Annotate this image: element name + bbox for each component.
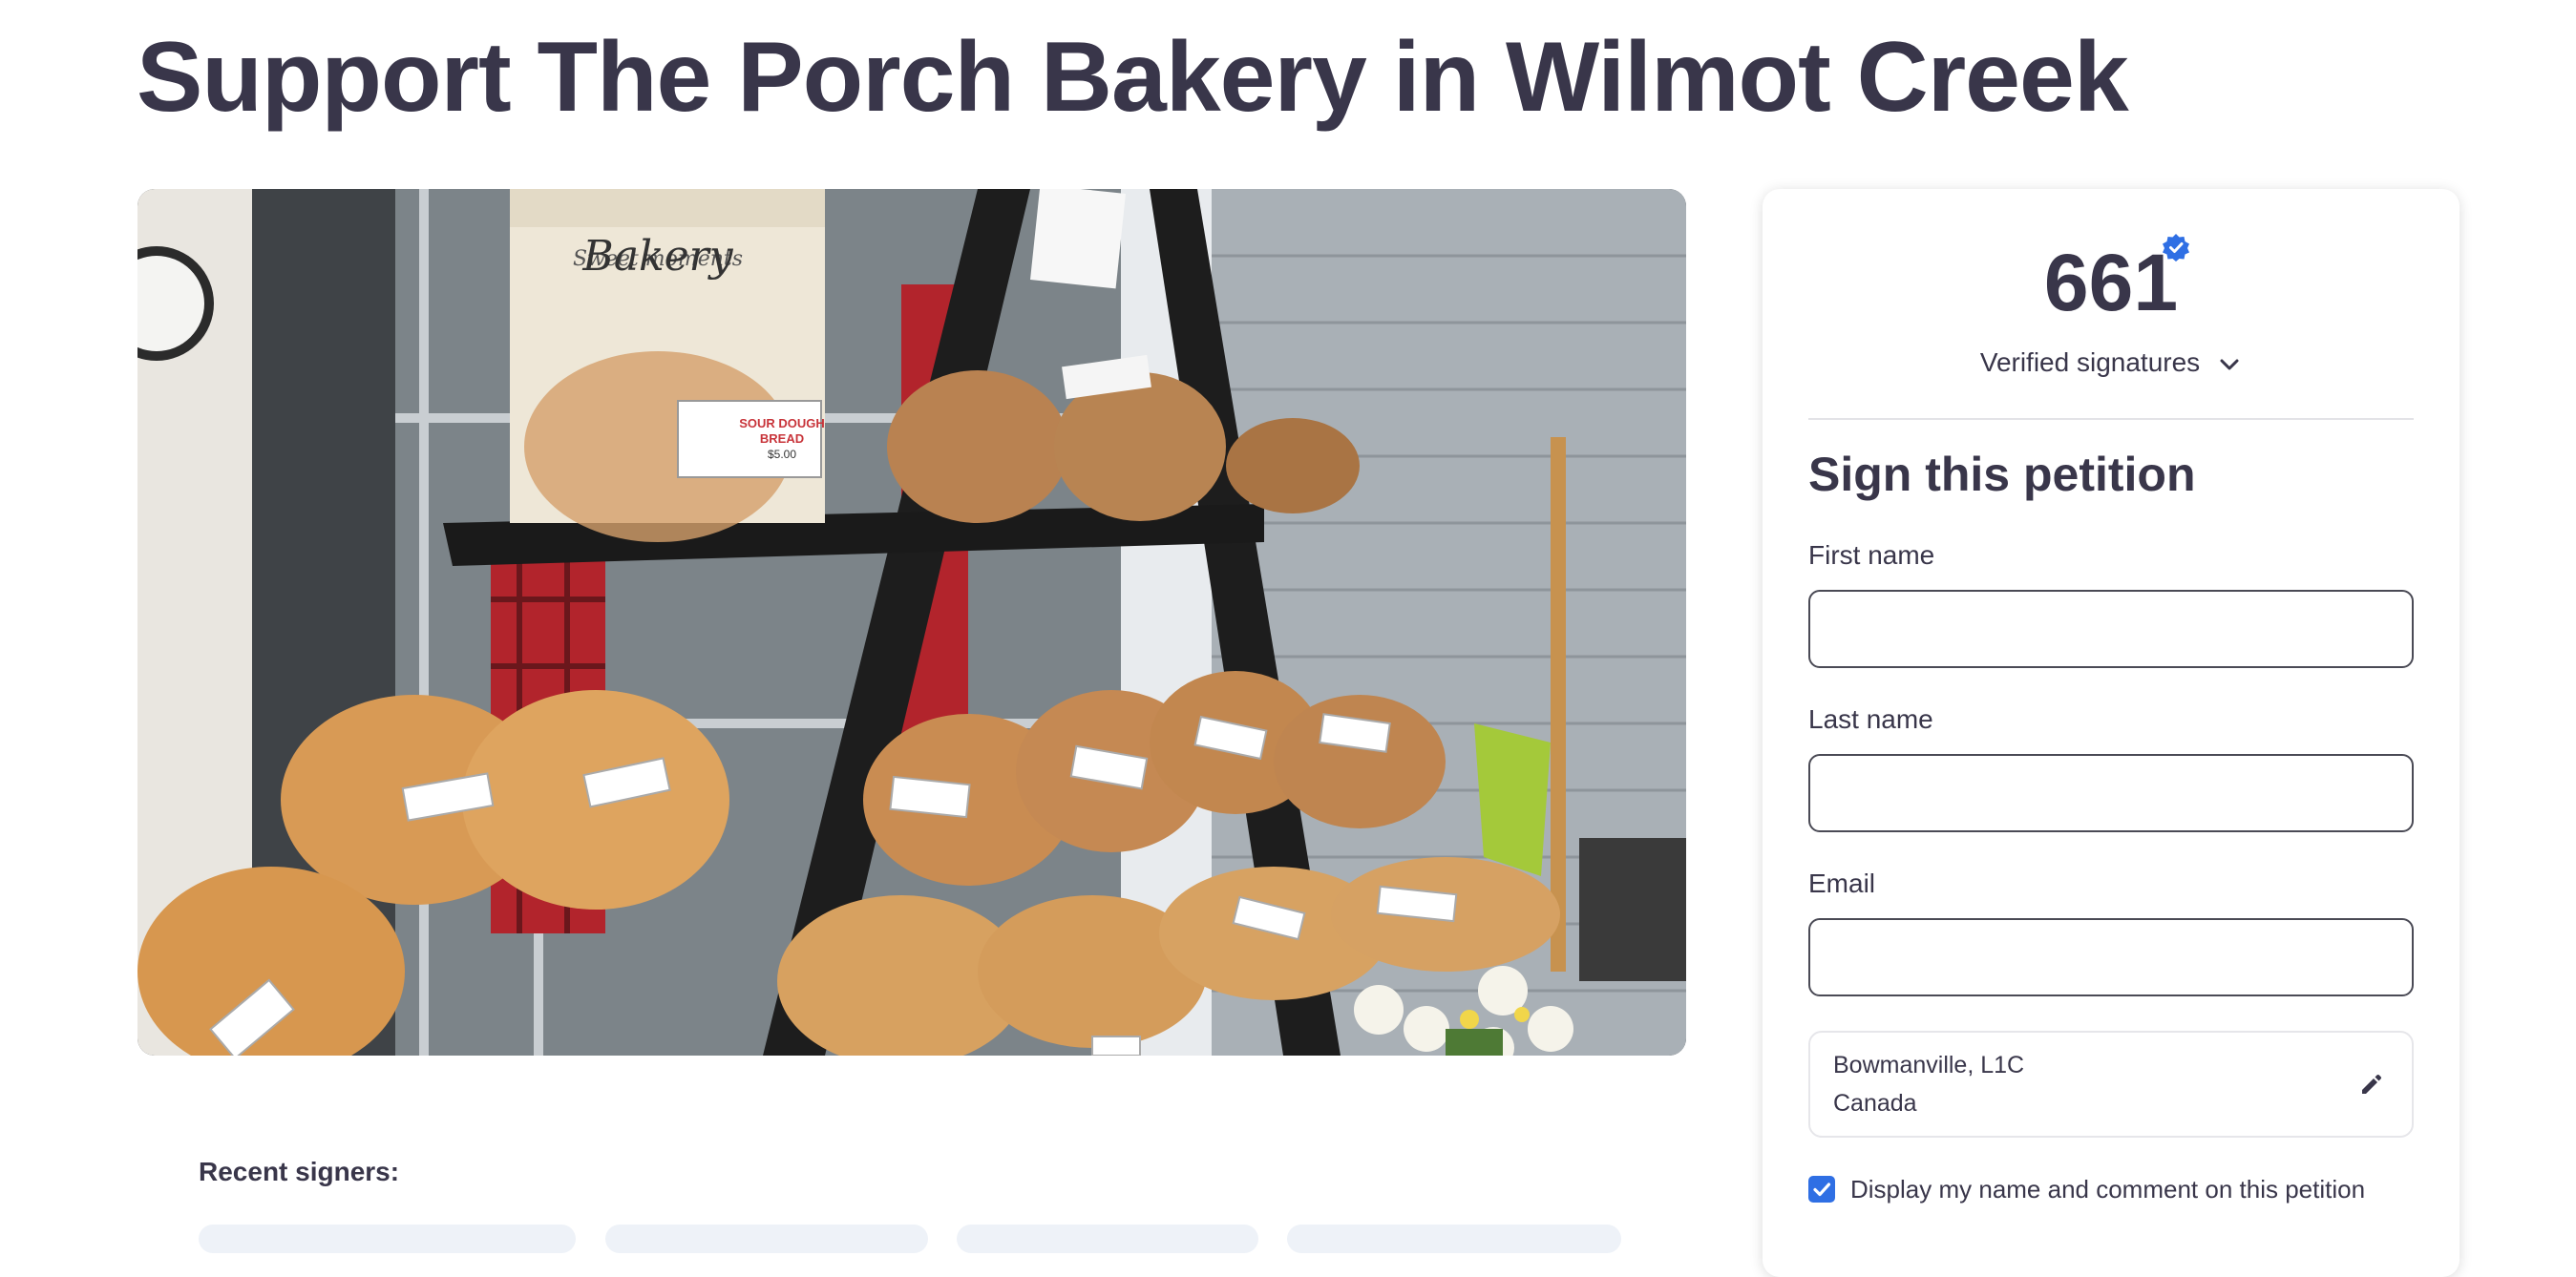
location-country: Canada: [1833, 1090, 1917, 1117]
display-name-label: Display my name and comment on this peti…: [1850, 1175, 2366, 1204]
recent-signer-chip: [957, 1225, 1258, 1253]
last-name-input[interactable]: [1808, 754, 2414, 832]
sign-petition-card: 661 Verified signatures Sign this petiti…: [1763, 189, 2460, 1277]
email-label: Email: [1808, 869, 1876, 898]
sign-petition-heading: Sign this petition: [1808, 448, 2196, 501]
chevron-down-icon: [2220, 359, 2239, 370]
svg-text:SOUR DOUGH: SOUR DOUGH: [739, 416, 825, 430]
checkmark-icon: [1813, 1183, 1831, 1197]
svg-text:Bakery: Bakery: [581, 232, 733, 281]
recent-signer-chip: [605, 1225, 928, 1253]
card-divider: [1808, 418, 2414, 420]
svg-text:BREAD: BREAD: [760, 431, 804, 446]
location-box: Bowmanville, L1C Canada: [1808, 1031, 2414, 1138]
recent-signers-label: Recent signers:: [199, 1157, 400, 1186]
verified-signatures-toggle[interactable]: Verified signatures: [1763, 347, 2460, 378]
first-name-label: First name: [1808, 540, 1935, 570]
petition-title: Support The Porch Bakery in Wilmot Creek: [137, 22, 2129, 133]
svg-text:$5.00: $5.00: [768, 448, 796, 461]
verified-badge-icon: [2163, 234, 2189, 262]
last-name-label: Last name: [1808, 704, 1933, 734]
recent-signer-chip: [199, 1225, 576, 1253]
location-city: Bowmanville, L1C: [1833, 1052, 2025, 1078]
email-input[interactable]: [1808, 918, 2414, 996]
first-name-input[interactable]: [1808, 590, 2414, 668]
pencil-edit-icon[interactable]: [2356, 1069, 2387, 1099]
verified-signatures-label: Verified signatures: [1979, 347, 2201, 377]
petition-photo: Sweet moments Bakery SOUR DOUGH BREAD $5…: [137, 189, 1686, 1056]
recent-signer-chip: [1287, 1225, 1621, 1253]
signature-count: 661: [2043, 238, 2179, 327]
display-name-checkbox[interactable]: [1808, 1176, 1835, 1203]
